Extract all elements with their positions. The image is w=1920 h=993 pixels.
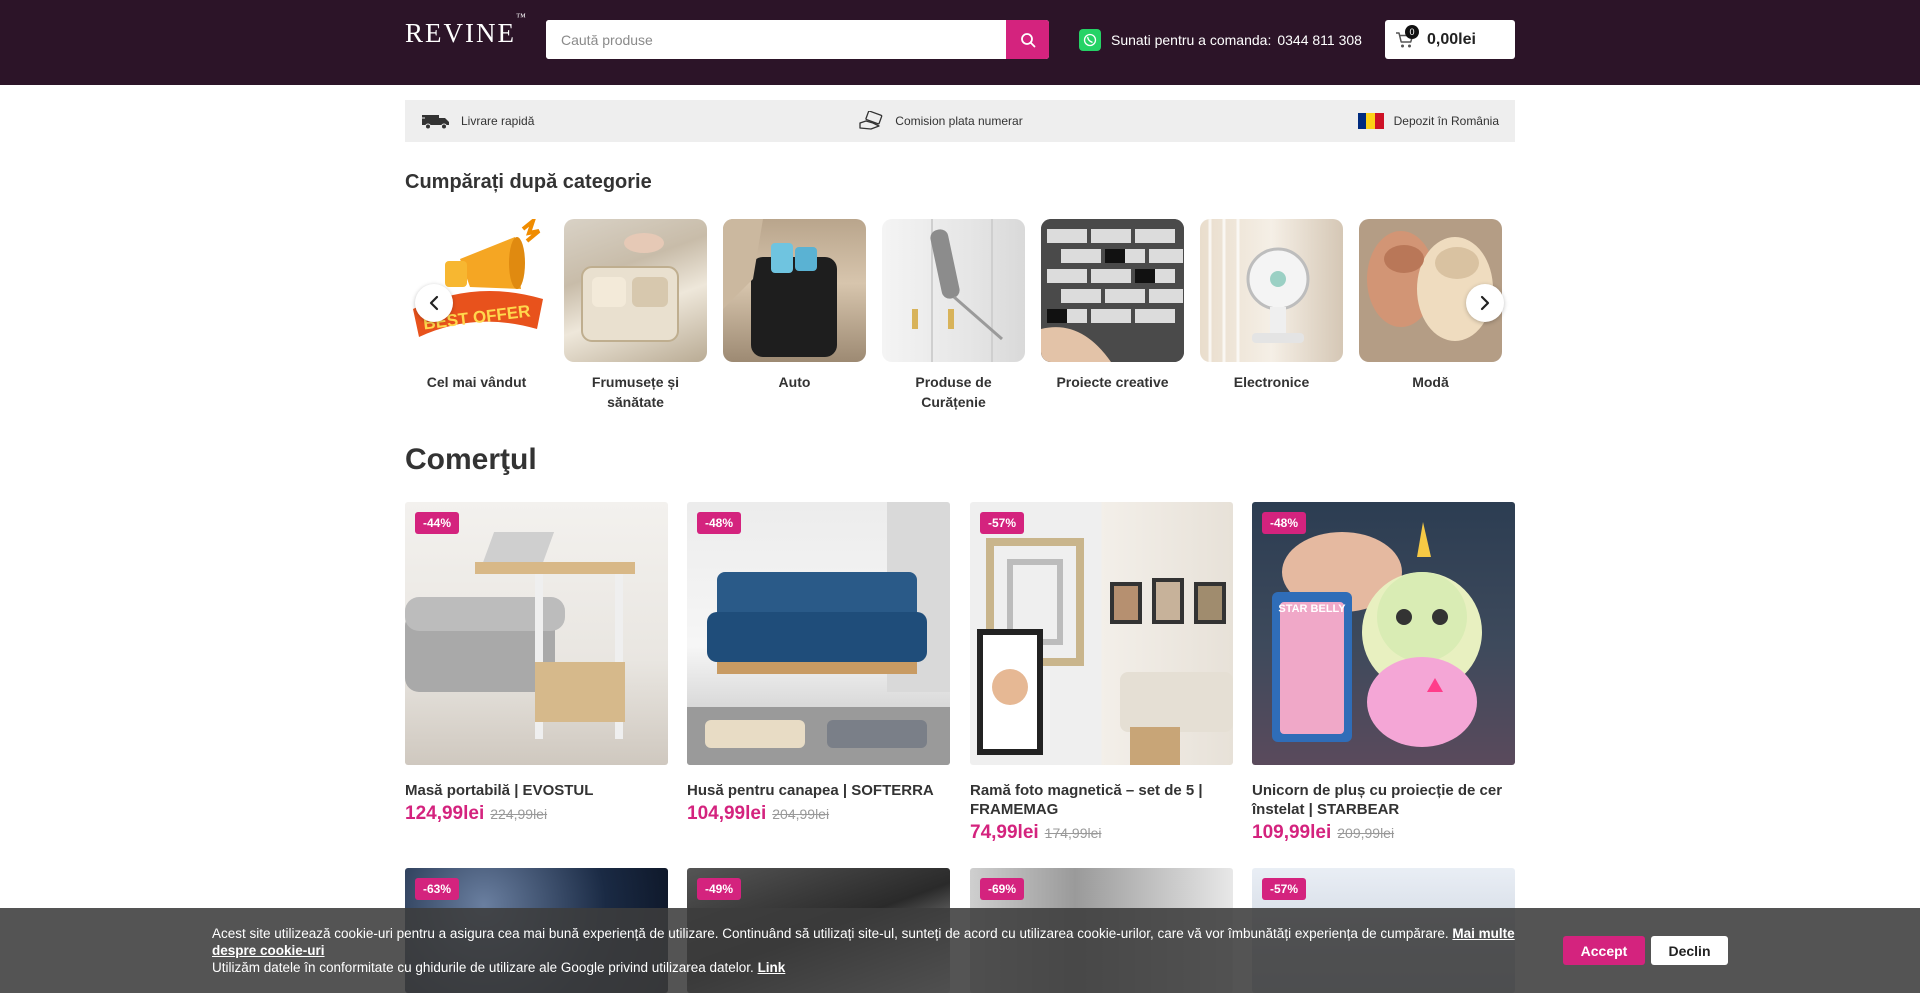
- category-image: [1200, 219, 1343, 362]
- site-header: REVINE™ Sunati pentru a comanda: 0344 81…: [0, 0, 1920, 85]
- categories-title: Cumpărați după categorie: [405, 171, 652, 193]
- product-name[interactable]: Unicorn de pluș cu proiecție de cer înst…: [1252, 781, 1515, 819]
- category-image: [564, 219, 707, 362]
- romania-flag-icon: [1357, 113, 1384, 129]
- product-price: 104,99lei 204,99lei: [687, 803, 950, 825]
- feature-cash-label: Comision plata numerar: [895, 114, 1023, 128]
- discount-badge: -57%: [980, 512, 1025, 534]
- cash-hand-icon: [859, 111, 883, 130]
- section-title: Comerţul: [405, 443, 537, 476]
- product-price: 74,99lei 174,99lei: [970, 822, 1233, 844]
- product-name[interactable]: Masă portabilă | EVOSTUL: [405, 781, 668, 800]
- discount-badge: -48%: [697, 512, 742, 534]
- feature-warehouse-label: Depozit în România: [1393, 114, 1499, 128]
- feature-delivery-label: Livrare rapidă: [461, 114, 535, 128]
- category-label: Proiecte creative: [1056, 374, 1169, 390]
- price-old: 204,99lei: [772, 806, 830, 822]
- discount-badge: -69%: [980, 878, 1025, 900]
- features-bar: Livrare rapidă Comision plata numerar De…: [405, 100, 1515, 142]
- category-image: [882, 219, 1025, 362]
- phone-contact[interactable]: Sunati pentru a comanda: 0344 811 308: [1079, 29, 1362, 51]
- product-card[interactable]: STAR BELLY -48% Unicorn de pluș cu proie…: [1252, 502, 1515, 844]
- search-button[interactable]: [1006, 20, 1049, 59]
- category-label: Produse de Curățenie: [915, 374, 992, 410]
- cookie-message: Acest site utilizează cookie-uri pentru …: [212, 926, 1449, 941]
- cookie-accept-button[interactable]: Accept: [1563, 936, 1645, 965]
- product-card[interactable]: -48% Husă pentru canapea | SOFTERRA 104,…: [687, 502, 950, 825]
- site-logo[interactable]: REVINE™: [405, 12, 526, 49]
- truck-icon: [421, 115, 449, 130]
- search-icon: [1020, 32, 1035, 47]
- feature-cash: Comision plata numerar: [859, 111, 1023, 131]
- product-price: 124,99lei 224,99lei: [405, 803, 668, 825]
- product-image[interactable]: STAR BELLY -48%: [1252, 502, 1515, 765]
- price-current: 104,99lei: [687, 803, 767, 824]
- price-current: 124,99lei: [405, 803, 485, 824]
- category-label: Electronice: [1233, 374, 1310, 390]
- feature-warehouse: Depozit în România: [1357, 113, 1499, 129]
- phone-label: Sunati pentru a comanda:: [1111, 32, 1272, 48]
- product-price: 109,99lei 209,99lei: [1252, 822, 1515, 844]
- price-current: 74,99lei: [970, 822, 1039, 843]
- price-old: 209,99lei: [1337, 825, 1395, 841]
- search-bar: [546, 20, 1049, 59]
- category-auto[interactable]: Auto: [723, 219, 866, 392]
- product-card[interactable]: -57% Ramă foto magnetică – set de 5 | FR…: [970, 502, 1233, 844]
- feature-delivery: Livrare rapidă: [421, 112, 534, 130]
- product-image[interactable]: -48%: [687, 502, 950, 765]
- product-card[interactable]: -44% Masă portabilă | EVOSTUL 124,99lei …: [405, 502, 668, 825]
- category-label: Frumusețe și sănătate: [591, 374, 680, 410]
- category-creative[interactable]: Proiecte creative: [1041, 219, 1184, 392]
- product-image[interactable]: -57%: [970, 502, 1233, 765]
- carousel-next-button[interactable]: [1466, 284, 1504, 322]
- category-label: Cel mai vândut: [426, 374, 527, 390]
- cookie-banner: Acest site utilizează cookie-uri pentru …: [0, 908, 1920, 993]
- product-name[interactable]: Husă pentru canapea | SOFTERRA: [687, 781, 950, 800]
- category-image: [723, 219, 866, 362]
- discount-badge: -57%: [1262, 878, 1307, 900]
- discount-badge: -63%: [415, 878, 460, 900]
- carousel-prev-button[interactable]: [415, 284, 453, 322]
- category-beauty-health[interactable]: Frumusețe și sănătate: [564, 219, 707, 412]
- discount-badge: -49%: [697, 878, 742, 900]
- cookie-google-link[interactable]: Link: [758, 960, 786, 975]
- category-label: Auto: [778, 374, 811, 390]
- cookie-decline-button[interactable]: Declin: [1651, 936, 1728, 965]
- whatsapp-icon: [1079, 29, 1101, 51]
- category-electronics[interactable]: Electronice: [1200, 219, 1343, 392]
- category-label: Modă: [1412, 374, 1449, 390]
- cart-button[interactable]: 0 0,00lei: [1385, 20, 1515, 59]
- search-input[interactable]: [546, 20, 1006, 59]
- price-old: 224,99lei: [490, 806, 548, 822]
- product-name[interactable]: Ramă foto magnetică – set de 5 | FRAMEMA…: [970, 781, 1233, 819]
- cart-total: 0,00lei: [1427, 30, 1476, 48]
- cart-count-badge: 0: [1405, 25, 1419, 39]
- discount-badge: -48%: [1262, 512, 1307, 534]
- star-belly-text: STAR BELLY: [1278, 603, 1346, 615]
- chevron-left-icon: [429, 295, 439, 311]
- chevron-right-icon: [1480, 295, 1490, 311]
- category-image: [1041, 219, 1184, 362]
- price-current: 109,99lei: [1252, 822, 1332, 843]
- discount-badge: -44%: [415, 512, 460, 534]
- phone-number[interactable]: 0344 811 308: [1277, 32, 1362, 48]
- product-image[interactable]: -44%: [405, 502, 668, 765]
- price-old: 174,99lei: [1044, 825, 1102, 841]
- category-cleaning[interactable]: Produse de Curățenie: [882, 219, 1025, 412]
- cookie-text: Acest site utilizează cookie-uri pentru …: [212, 925, 1522, 976]
- categories-carousel: BEST OFFER Cel mai vândut Frumusețe și s…: [405, 219, 1515, 419]
- cookie-google-text: Utilizăm datele în conformitate cu ghidu…: [212, 960, 754, 975]
